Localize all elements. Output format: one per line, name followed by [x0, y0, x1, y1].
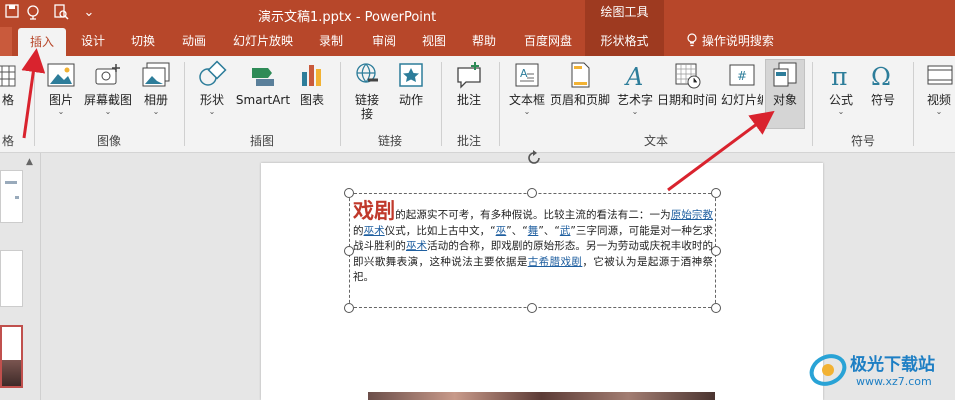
watermark-url: www.xz7.com	[856, 375, 932, 388]
annotation-arrows	[21, 48, 775, 192]
watermark-name: 极光下载站	[850, 355, 935, 375]
annotation-arrow-object	[667, 110, 775, 192]
watermark: 极光下载站 www.xz7.com	[808, 348, 953, 398]
annotation-arrow-tab	[21, 48, 46, 139]
watermark-logo-icon	[809, 354, 847, 386]
